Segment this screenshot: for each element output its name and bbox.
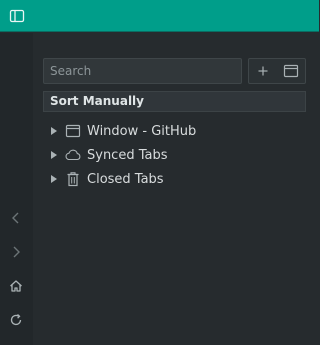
tree-item-window[interactable]: Window - GitHub (43, 119, 306, 143)
tree-item-closed-tabs[interactable]: Closed Tabs (43, 167, 306, 191)
forward-icon[interactable] (6, 242, 26, 262)
sort-mode-header[interactable]: Sort Manually (43, 91, 306, 112)
panel-toolbar (248, 58, 306, 84)
window-icon (64, 123, 82, 139)
tree-item-label: Closed Tabs (87, 171, 164, 187)
expand-caret-icon[interactable] (47, 127, 61, 135)
sidebar-toggle-icon[interactable] (9, 8, 25, 24)
new-window-icon[interactable] (277, 59, 305, 83)
tree-item-label: Window - GitHub (87, 123, 197, 139)
expand-caret-icon[interactable] (47, 175, 61, 183)
title-bar (0, 0, 319, 32)
navigation-rail (0, 33, 33, 345)
back-icon[interactable] (6, 208, 26, 228)
tab-tree: Window - GitHub Synced Tabs Closed Tabs (43, 119, 306, 191)
expand-caret-icon[interactable] (47, 151, 61, 159)
trash-icon (64, 171, 82, 187)
plus-icon[interactable] (249, 59, 277, 83)
search-input[interactable] (43, 58, 242, 84)
reload-icon[interactable] (6, 310, 26, 330)
tree-item-label: Synced Tabs (87, 147, 168, 163)
cloud-icon (64, 147, 82, 163)
home-icon[interactable] (6, 276, 26, 296)
tabs-panel: Sort Manually Window - GitHub (33, 33, 319, 345)
tree-item-synced-tabs[interactable]: Synced Tabs (43, 143, 306, 167)
